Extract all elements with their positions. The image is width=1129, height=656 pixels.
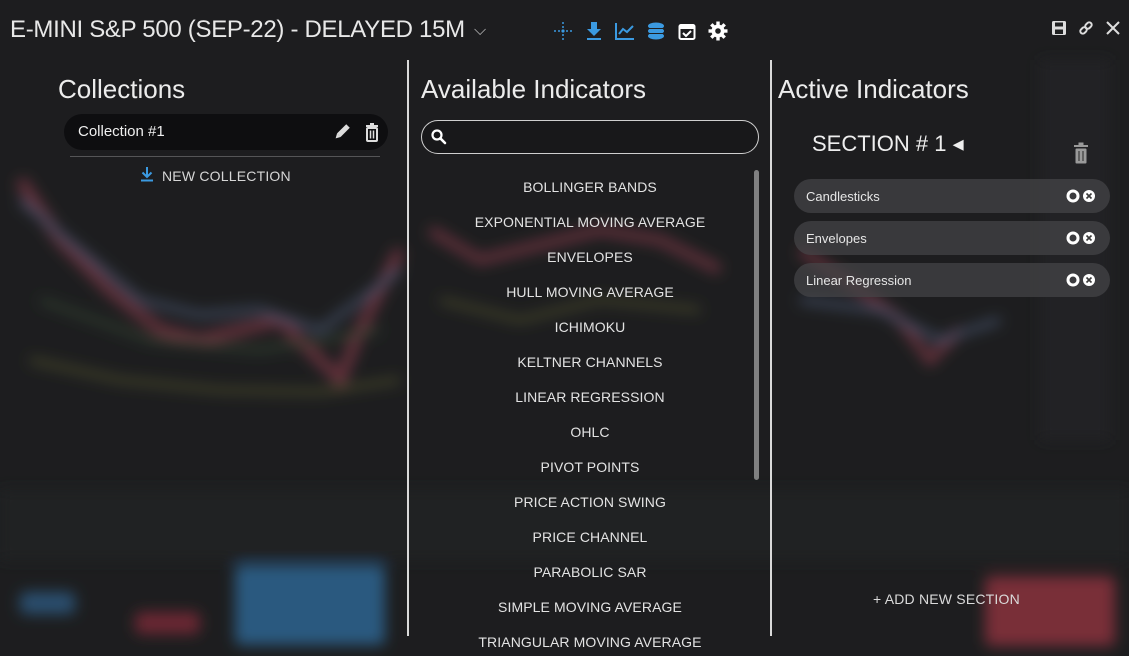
trash-icon[interactable] [362, 122, 382, 142]
toolbar [552, 20, 729, 42]
gear-icon[interactable] [1066, 231, 1080, 245]
download-icon [140, 166, 154, 185]
new-collection-button[interactable]: NEW COLLECTION [140, 166, 291, 185]
active-indicators-heading: Active Indicators [778, 74, 969, 104]
available-indicator-item[interactable]: BOLLINGER BANDS [425, 170, 755, 205]
available-indicator-item[interactable]: PIVOT POINTS [425, 450, 755, 485]
gear-icon[interactable] [707, 20, 729, 42]
panel-divider-left [407, 60, 409, 636]
available-indicator-item[interactable]: ENVELOPES [425, 240, 755, 275]
available-indicator-item[interactable]: PRICE ACTION SWING [425, 485, 755, 520]
available-indicator-item[interactable]: KELTNER CHANNELS [425, 345, 755, 380]
layers-icon[interactable] [645, 20, 667, 42]
active-indicator-item[interactable]: Candlesticks [794, 179, 1110, 213]
close-icon[interactable] [1103, 18, 1123, 38]
available-indicator-item[interactable]: EXPONENTIAL MOVING AVERAGE [425, 205, 755, 240]
crosshair-icon[interactable] [552, 20, 574, 42]
collection-name: Collection #1 [78, 123, 165, 140]
available-indicator-item[interactable]: OHLC [425, 415, 755, 450]
indicator-list-scrollbar[interactable] [754, 170, 759, 480]
search-icon [430, 128, 448, 146]
close-icon[interactable] [1082, 189, 1096, 203]
active-indicator-name: Envelopes [806, 231, 867, 246]
download-icon[interactable] [583, 20, 605, 42]
window-title: E-MINI S&P 500 (SEP-22) - DELAYED 15M [10, 16, 465, 43]
search-box [421, 120, 759, 154]
active-indicator-item[interactable]: Envelopes [794, 221, 1110, 255]
section-title[interactable]: SECTION # 1 ◂ [812, 131, 964, 157]
collections-heading: Collections [58, 74, 186, 104]
pencil-icon[interactable] [332, 122, 352, 142]
available-indicator-item[interactable]: TRIANGULAR MOVING AVERAGE [425, 625, 755, 656]
save-icon[interactable] [1049, 18, 1069, 38]
new-collection-label: NEW COLLECTION [162, 167, 291, 184]
trash-icon[interactable] [1070, 140, 1092, 166]
active-indicator-name: Candlesticks [806, 189, 880, 204]
gear-icon[interactable] [1066, 189, 1080, 203]
available-indicator-item[interactable]: SIMPLE MOVING AVERAGE [425, 590, 755, 625]
add-new-section-button[interactable]: + ADD NEW SECTION [873, 591, 1020, 607]
active-indicator-item[interactable]: Linear Regression [794, 263, 1110, 297]
collection-item[interactable]: Collection #1 [64, 114, 388, 150]
available-indicator-item[interactable]: PARABOLIC SAR [425, 555, 755, 590]
gear-icon[interactable] [1066, 273, 1080, 287]
title-bar: E-MINI S&P 500 (SEP-22) - DELAYED 15M ⌵ [0, 0, 1129, 62]
calendar-check-icon[interactable] [676, 20, 698, 42]
chevron-down-icon[interactable]: ⌵ [474, 22, 486, 40]
close-icon[interactable] [1082, 231, 1096, 245]
available-indicator-item[interactable]: HULL MOVING AVERAGE [425, 275, 755, 310]
chart-line-icon[interactable] [614, 20, 636, 42]
panel-divider-right [770, 60, 772, 636]
available-indicator-item[interactable]: ICHIMOKU [425, 310, 755, 345]
link-icon[interactable] [1076, 18, 1096, 38]
available-indicator-item[interactable]: LINEAR REGRESSION [425, 380, 755, 415]
window-controls [1049, 18, 1123, 38]
search-input[interactable] [452, 125, 752, 149]
collections-separator [70, 156, 380, 157]
available-indicator-item[interactable]: PRICE CHANNEL [425, 520, 755, 555]
available-indicator-list: BOLLINGER BANDS EXPONENTIAL MOVING AVERA… [425, 170, 755, 656]
close-icon[interactable] [1082, 273, 1096, 287]
available-indicators-heading: Available Indicators [421, 74, 646, 104]
active-indicator-name: Linear Regression [806, 273, 912, 288]
